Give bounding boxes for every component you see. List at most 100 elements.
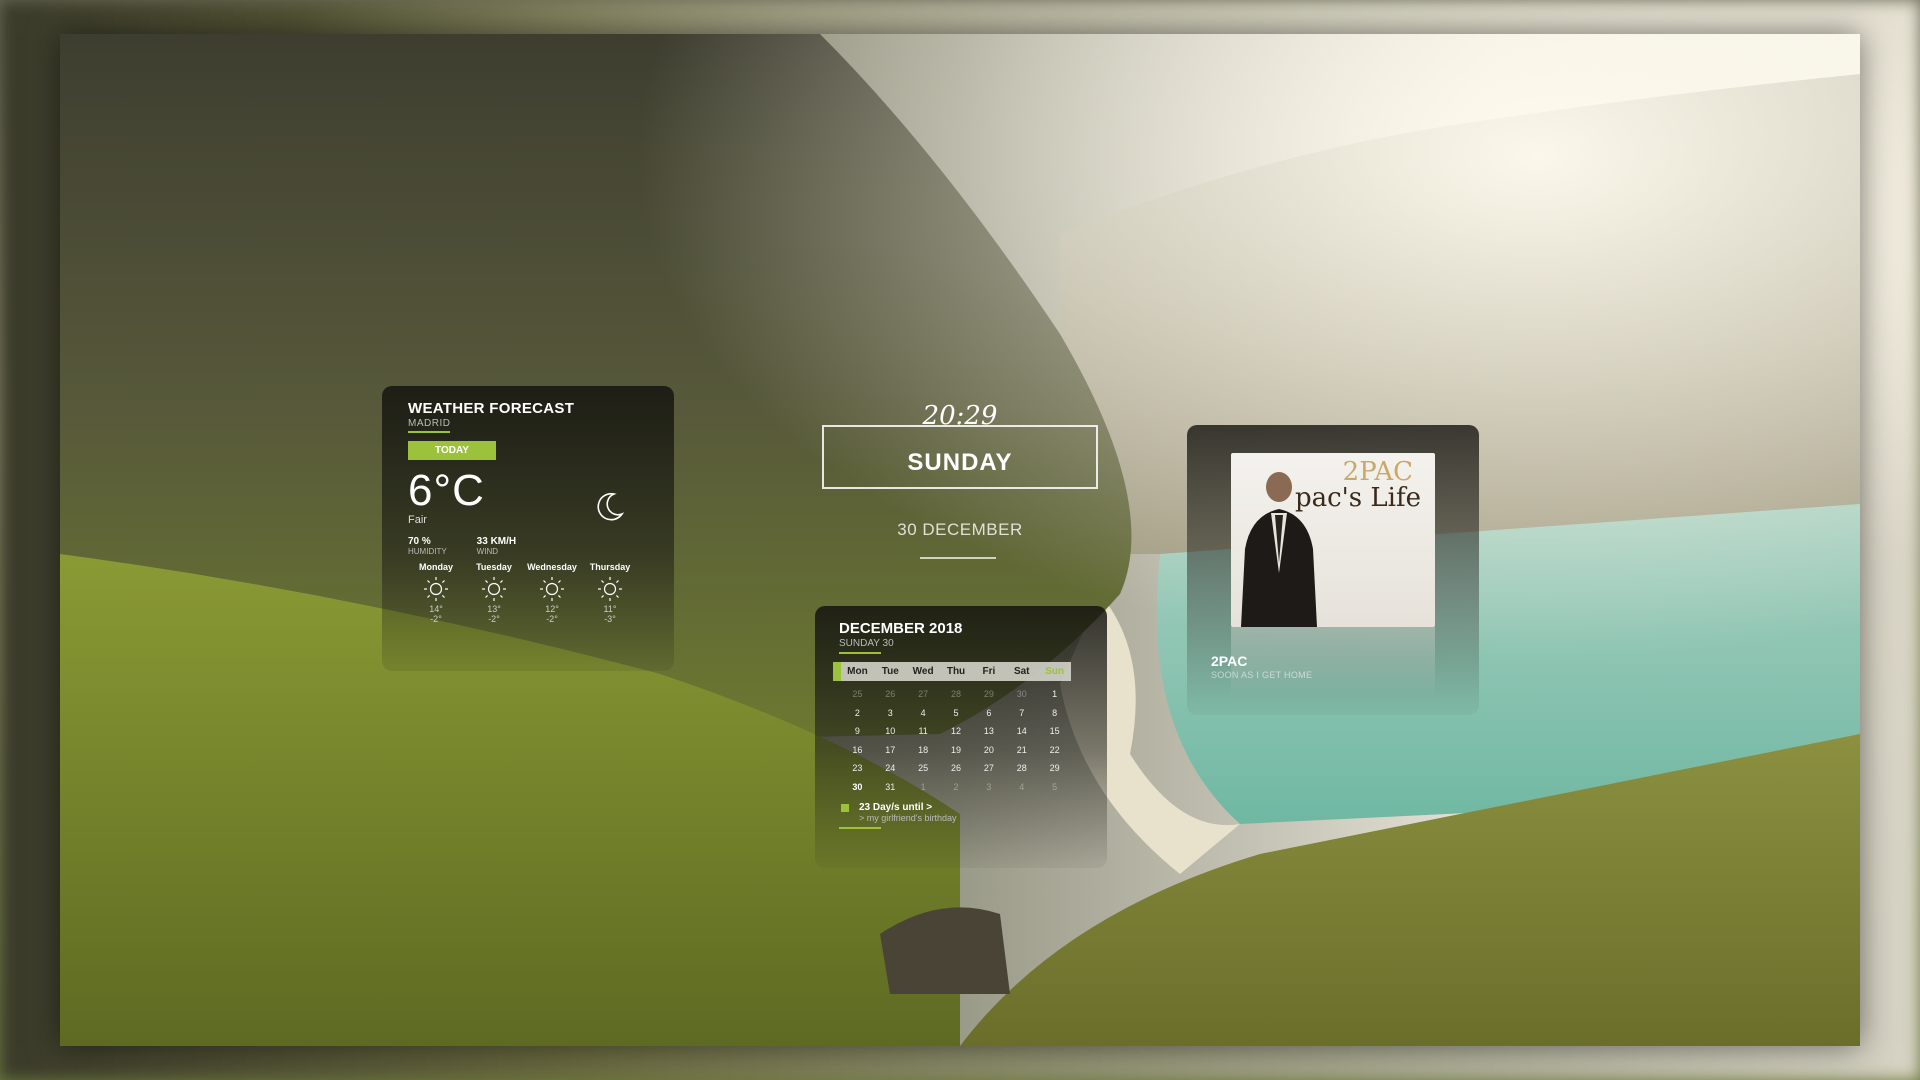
calendar-day[interactable]: 31 (874, 778, 907, 797)
calendar-day[interactable]: 4 (907, 704, 940, 723)
calendar-day[interactable]: 22 (1038, 741, 1071, 760)
calendar-widget: DECEMBER 2018 SUNDAY 30 Mon Tue Wed Thu … (815, 606, 1107, 868)
calendar-day[interactable]: 1 (1038, 685, 1071, 704)
calendar-day[interactable]: 25 (841, 685, 874, 704)
clock-widget: 20:29 SUNDAY (822, 401, 1098, 489)
calendar-day[interactable]: 21 (1005, 741, 1038, 760)
forecast-days: Monday 14° -2° Tuesday 13° -2° Wednesday… (408, 562, 638, 624)
calendar-day[interactable]: 17 (874, 741, 907, 760)
clock-date-divider (920, 557, 996, 559)
sun-icon (424, 577, 448, 601)
calendar-day[interactable]: 28 (940, 685, 973, 704)
calendar-day[interactable]: 28 (1005, 759, 1038, 778)
forecast-day: Tuesday 13° -2° (466, 562, 522, 624)
weekday-label: Mon (847, 666, 868, 677)
track-title: SOON AS I GET HOME (1211, 670, 1313, 680)
calendar-day[interactable]: 3 (874, 704, 907, 723)
calendar-day[interactable]: 8 (1038, 704, 1071, 723)
calendar-day[interactable]: 24 (874, 759, 907, 778)
weather-stats: 70 % HUMIDITY 33 KM/H WIND (408, 536, 648, 556)
calendar-day[interactable]: 25 (907, 759, 940, 778)
calendar-day[interactable]: 19 (940, 741, 973, 760)
calendar-day[interactable]: 1 (907, 778, 940, 797)
forecast-day-name: Monday (418, 562, 453, 572)
calendar-event[interactable]: 23 Day/s until > > my girlfriend's birth… (841, 802, 1083, 823)
landscape-image (60, 34, 1860, 1046)
forecast-high: 12° (545, 604, 559, 614)
moon-icon (597, 492, 625, 521)
weather-location: MADRID (408, 418, 451, 429)
calendar-week: 23 24 25 26 27 28 29 (841, 759, 1071, 778)
calendar-title-underline (839, 652, 881, 654)
calendar-day-today[interactable]: 30 (841, 776, 874, 797)
album-reflection (1231, 627, 1435, 697)
forecast-high: 11° (603, 604, 617, 614)
weekday-label: Wed (912, 666, 934, 677)
wind-value: 33 KM/H (476, 536, 517, 547)
calendar-day[interactable]: 3 (972, 778, 1005, 797)
calendar-weekday-header: Mon Tue Wed Thu Fri Sat Sun (833, 662, 1071, 681)
weather-title: WEATHER FORECAST (408, 400, 575, 417)
forecast-day-name: Tuesday (476, 562, 512, 572)
sun-icon (540, 577, 564, 601)
calendar-bottom-underline (839, 827, 881, 829)
calendar-day[interactable]: 29 (972, 685, 1005, 704)
weekday-label: Tue (881, 666, 899, 677)
desktop-wallpaper (60, 34, 1860, 1046)
calendar-day[interactable]: 16 (841, 741, 874, 760)
calendar-week: 2 3 4 5 6 7 8 (841, 704, 1071, 723)
calendar-day[interactable]: 15 (1038, 722, 1071, 741)
forecast-day-name: Thursday (589, 562, 631, 572)
today-tab[interactable]: TODAY (408, 441, 496, 460)
weather-title-underline (408, 431, 450, 433)
calendar-day[interactable]: 27 (972, 759, 1005, 778)
calendar-title: DECEMBER 2018 (839, 620, 963, 637)
forecast-day: Thursday 11° -3° (582, 562, 638, 624)
calendar-day[interactable]: 27 (907, 685, 940, 704)
calendar-day[interactable]: 9 (841, 722, 874, 741)
clock-time: 20:29 (922, 401, 998, 431)
calendar-day[interactable]: 5 (940, 704, 973, 723)
forecast-day: Wednesday 12° -2° (524, 562, 580, 624)
calendar-day[interactable]: 14 (1005, 722, 1038, 741)
calendar-day[interactable]: 30 (1005, 685, 1038, 704)
music-widget: 2PAC pac's Life 2PAC SOON AS I GET HOME (1187, 425, 1479, 715)
calendar-week: 9 10 11 12 13 14 15 (841, 722, 1071, 741)
calendar-day[interactable]: 2 (841, 704, 874, 723)
weekday-label: Sat (1013, 666, 1030, 677)
calendar-day[interactable]: 10 (874, 722, 907, 741)
sun-icon (598, 577, 622, 601)
album-cover[interactable]: 2PAC pac's Life (1231, 453, 1435, 627)
humidity-value: 70 % (408, 536, 431, 547)
forecast-day: Monday 14° -2° (408, 562, 464, 624)
forecast-high: 14° (429, 604, 443, 614)
weekday-label: Thu (946, 666, 966, 677)
calendar-day[interactable]: 26 (940, 759, 973, 778)
calendar-week: 30 31 1 2 3 4 5 (841, 776, 1071, 797)
calendar-day[interactable]: 5 (1038, 778, 1071, 797)
event-title: 23 Day/s until > (859, 802, 933, 813)
forecast-low: -2° (546, 614, 558, 624)
calendar-day[interactable]: 11 (907, 722, 940, 741)
calendar-subtitle: SUNDAY 30 (839, 638, 894, 649)
calendar-week: 16 17 18 19 20 21 22 (841, 741, 1071, 760)
album-title-text: pac's Life (1294, 483, 1421, 513)
forecast-high: 13° (487, 604, 501, 614)
wind-label: WIND (476, 547, 498, 556)
track-artist: 2PAC (1211, 653, 1248, 669)
calendar-day[interactable]: 13 (972, 722, 1005, 741)
calendar-day[interactable]: 2 (940, 778, 973, 797)
calendar-day[interactable]: 4 (1005, 778, 1038, 797)
humidity-stat: 70 % HUMIDITY (408, 536, 447, 556)
calendar-day[interactable]: 6 (972, 704, 1005, 723)
humidity-label: HUMIDITY (408, 547, 447, 556)
wind-stat: 33 KM/H WIND (477, 536, 516, 556)
calendar-day[interactable]: 23 (841, 759, 874, 778)
calendar-day[interactable]: 18 (907, 741, 940, 760)
calendar-day[interactable]: 7 (1005, 704, 1038, 723)
calendar-day[interactable]: 20 (972, 741, 1005, 760)
calendar-day[interactable]: 26 (874, 685, 907, 704)
calendar-day[interactable]: 29 (1038, 759, 1071, 778)
calendar-day[interactable]: 12 (940, 722, 973, 741)
event-description: > my girlfriend's birthday (859, 813, 957, 823)
